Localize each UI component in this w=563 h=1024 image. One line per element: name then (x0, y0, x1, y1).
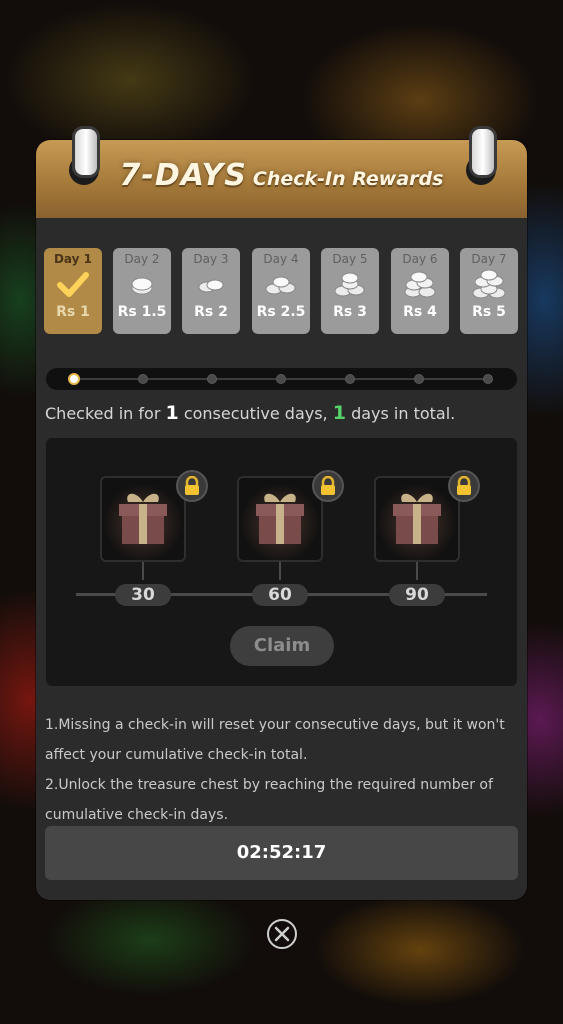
day-reward: Rs 1.5 (117, 304, 167, 320)
gift-box-icon (393, 493, 441, 544)
treasure-chest-30[interactable] (100, 476, 186, 562)
chest-days-label: 30 (115, 584, 171, 606)
dialog-header: 7-DAYS Check-In Rewards (36, 140, 527, 218)
treasure-chest-90[interactable] (374, 476, 460, 562)
day-card-3[interactable]: Day 3 Rs 2 (182, 248, 240, 334)
title-checkin-rewards: Check-In Rewards (252, 168, 444, 190)
treasure-chest-panel: 30 60 90 Claim (46, 438, 517, 686)
progress-dot (414, 374, 424, 384)
day-reward: Rs 2 (194, 304, 228, 320)
status-middle: consecutive days, (183, 404, 328, 423)
day-card-1[interactable]: Day 1 Rs 1 (44, 248, 102, 334)
binder-ring-left (72, 126, 100, 178)
day-card-2[interactable]: Day 2 Rs 1.5 (113, 248, 171, 334)
progress-dot (483, 374, 493, 384)
day-label: Day 3 (193, 252, 229, 266)
day-reward-row: Day 1 Rs 1 Day 2 Rs 1.5 Day 3 Rs 2 Day 4 (44, 248, 520, 334)
chest-days-label: 60 (252, 584, 308, 606)
day-label: Day 1 (53, 252, 93, 266)
coins-icon (333, 266, 367, 304)
progress-dot (276, 374, 286, 384)
coins-icon (195, 266, 227, 304)
status-prefix: Checked in for (45, 404, 161, 423)
coins-icon (264, 266, 298, 304)
gift-box-icon (256, 493, 304, 544)
claim-button[interactable]: Claim (230, 626, 334, 666)
progress-dot (345, 374, 355, 384)
close-icon (267, 919, 297, 949)
day-reward: Rs 5 (472, 304, 506, 320)
coins-icon (127, 266, 157, 304)
status-suffix: days in total. (351, 404, 456, 423)
lock-icon (448, 470, 480, 502)
countdown-timer: 02:52:17 (45, 826, 518, 880)
day-label: Day 5 (332, 252, 368, 266)
day-reward: Rs 1 (56, 304, 90, 320)
day-card-6[interactable]: Day 6 Rs 4 (391, 248, 449, 334)
consecutive-count: 1 (165, 402, 179, 424)
lock-icon (312, 470, 344, 502)
checkin-progress-track (46, 368, 517, 390)
title-days: 7-DAYS (119, 158, 247, 193)
day-card-7[interactable]: Day 7 Rs 5 (460, 248, 518, 334)
rule-2: 2.Unlock the treasure chest by reaching … (45, 777, 493, 823)
binder-ring-right (469, 126, 497, 178)
coins-icon (471, 266, 507, 304)
total-count: 1 (332, 402, 346, 424)
chest-days-label: 90 (389, 584, 445, 606)
coins-icon (403, 266, 437, 304)
day-label: Day 2 (124, 252, 160, 266)
progress-dot-current (68, 373, 80, 385)
gift-box-icon (119, 493, 167, 544)
day-label: Day 4 (263, 252, 299, 266)
checkin-status-text: Checked in for 1 consecutive days, 1 day… (45, 402, 455, 424)
day-card-5[interactable]: Day 5 Rs 3 (321, 248, 379, 334)
day-reward: Rs 3 (333, 304, 367, 320)
progress-dot (138, 374, 148, 384)
checkin-rewards-dialog: 7-DAYS Check-In Rewards Day 1 Rs 1 Day 2 … (36, 140, 527, 900)
close-button[interactable] (266, 918, 298, 950)
lock-icon (176, 470, 208, 502)
rule-1: 1.Missing a check-in will reset your con… (45, 717, 505, 763)
day-label: Day 6 (402, 252, 438, 266)
day-reward: Rs 2.5 (256, 304, 306, 320)
progress-dot (207, 374, 217, 384)
treasure-chest-60[interactable] (237, 476, 323, 562)
day-card-4[interactable]: Day 4 Rs 2.5 (252, 248, 310, 334)
dialog-title: 7-DAYS Check-In Rewards (36, 158, 527, 193)
day-label: Day 7 (471, 252, 507, 266)
day-reward: Rs 4 (403, 304, 437, 320)
checkmark-icon (56, 266, 90, 304)
rules-text: 1.Missing a check-in will reset your con… (45, 710, 515, 830)
